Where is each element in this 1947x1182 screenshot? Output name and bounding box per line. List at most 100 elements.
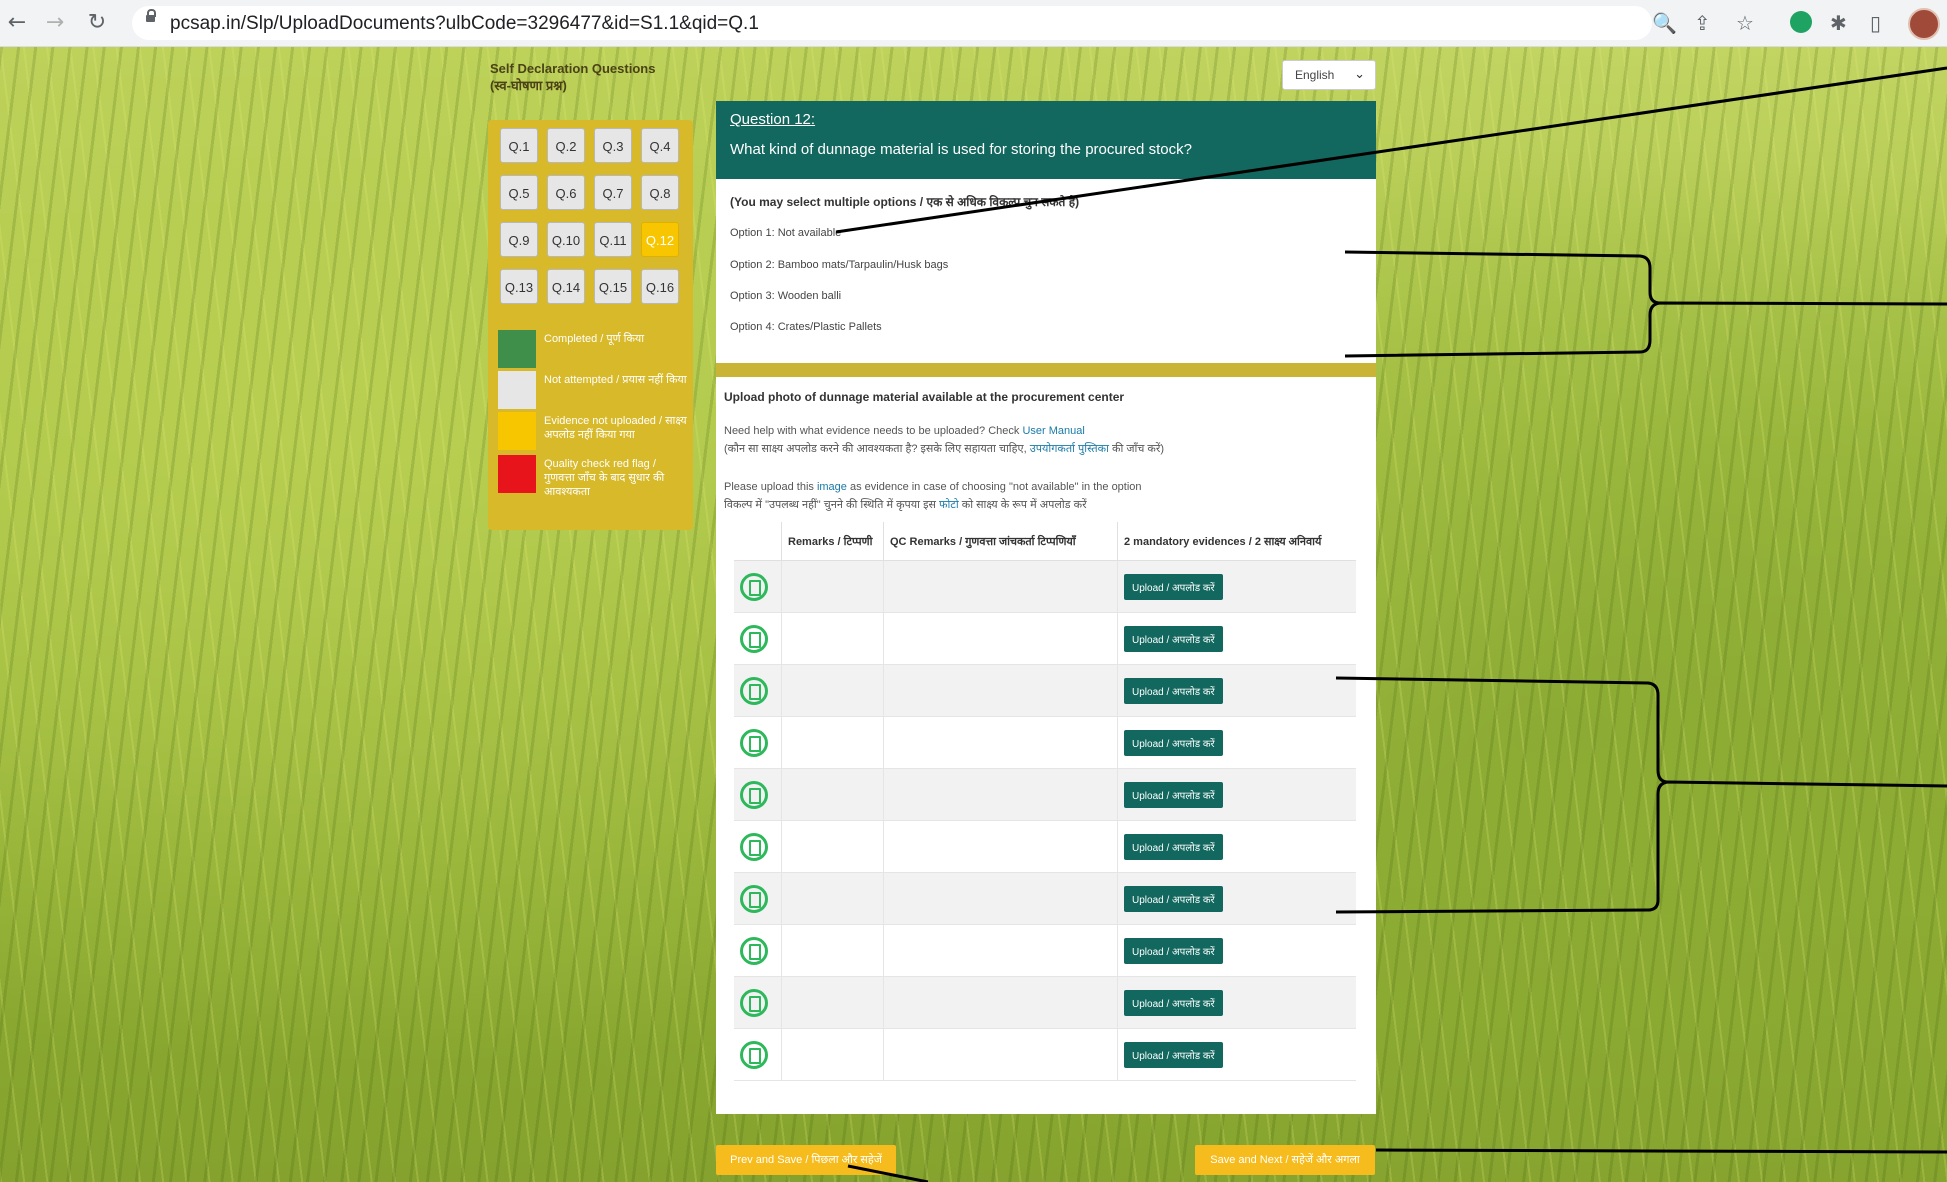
upload-title: Upload photo of dunnage material availab… bbox=[724, 390, 1125, 404]
language-value: English bbox=[1295, 68, 1335, 82]
save-and-next-button[interactable]: Save and Next / सहेजें और अगला bbox=[1195, 1145, 1375, 1175]
remarks-cell bbox=[781, 664, 884, 717]
question-nav-q9[interactable]: Q.9 bbox=[500, 222, 538, 257]
upload-cell: Upload / अपलोड करें bbox=[1117, 872, 1356, 925]
table-row: Upload / अपलोड करें bbox=[734, 924, 1356, 977]
user-manual-link-hindi[interactable]: उपयोगकर्ता पुस्तिका bbox=[1030, 443, 1109, 455]
header-evidences: 2 mandatory evidences / 2 साक्ष्य अनिवार… bbox=[1117, 522, 1356, 561]
file-icon[interactable] bbox=[740, 936, 768, 965]
question-nav-panel: Q.1 Q.2 Q.3 Q.4 Q.5 Q.6 Q.7 Q.8 Q.9 Q.10 Q.11 Q.12 Q… bbox=[488, 120, 693, 530]
table-row: Upload / अपलोड करें bbox=[734, 560, 1356, 613]
question-nav-q12[interactable]: Q.12 bbox=[641, 222, 679, 257]
question-nav-q7[interactable]: Q.7 bbox=[594, 175, 632, 210]
prev-and-save-button[interactable]: Prev and Save / पिछला और सहेजें bbox=[716, 1145, 896, 1175]
upload-button[interactable]: Upload / अपलोड करें bbox=[1124, 833, 1223, 860]
upload-button[interactable]: Upload / अपलोड करें bbox=[1124, 781, 1223, 808]
user-manual-link[interactable]: User Manual bbox=[1022, 425, 1084, 437]
qc-remarks-cell bbox=[883, 924, 1118, 977]
profile-avatar[interactable] bbox=[1908, 8, 1940, 40]
sidebar-title-hi: (स्व-घोषणा प्रश्न) bbox=[490, 78, 567, 93]
language-select[interactable]: English ⌄ bbox=[1282, 60, 1376, 90]
file-cell bbox=[734, 560, 782, 613]
sample-photo-link[interactable]: फोटो bbox=[939, 499, 959, 511]
qc-remarks-cell bbox=[883, 872, 1118, 925]
table-row: Upload / अपलोड करें bbox=[734, 612, 1356, 665]
question-nav-q1[interactable]: Q.1 bbox=[500, 128, 538, 163]
url-text[interactable]: pcsap.in/Slp/UploadDocuments?ulbCode=329… bbox=[170, 13, 759, 35]
grammarly-icon[interactable] bbox=[1790, 11, 1812, 33]
qc-remarks-cell bbox=[883, 716, 1118, 769]
address-bar[interactable]: pcsap.in/Slp/UploadDocuments?ulbCode=329… bbox=[132, 6, 1652, 40]
sample-image-link[interactable]: image bbox=[817, 481, 847, 493]
file-icon[interactable] bbox=[740, 728, 768, 757]
file-icon[interactable] bbox=[740, 624, 768, 653]
share-icon[interactable]: ⇪ bbox=[1694, 11, 1711, 35]
browser-toolbar: ← → ↻ pcsap.in/Slp/UploadDocuments?ulbCo… bbox=[0, 0, 1947, 47]
file-icon[interactable] bbox=[740, 988, 768, 1017]
question-nav-q10[interactable]: Q.10 bbox=[547, 222, 585, 257]
question-text: What kind of dunnage material is used fo… bbox=[730, 141, 1192, 158]
sidebar-title: Self Declaration Questions (स्व-घोषणा प्… bbox=[490, 60, 655, 94]
option-1[interactable]: Option 1: Not available bbox=[730, 227, 841, 239]
option-2[interactable]: Option 2: Bamboo mats/Tarpaulin/Husk bag… bbox=[730, 259, 948, 271]
question-nav-q14[interactable]: Q.14 bbox=[547, 269, 585, 304]
forward-icon[interactable]: → bbox=[40, 8, 70, 38]
file-icon[interactable] bbox=[740, 884, 768, 913]
table-row: Upload / अपलोड करें bbox=[734, 976, 1356, 1029]
qc-remarks-cell bbox=[883, 664, 1118, 717]
file-icon[interactable] bbox=[740, 832, 768, 861]
upload-button[interactable]: Upload / अपलोड करें bbox=[1124, 885, 1223, 912]
upload-button[interactable]: Upload / अपलोड करें bbox=[1124, 729, 1223, 756]
legend-swatch bbox=[498, 455, 536, 493]
upload-button[interactable]: Upload / अपलोड करें bbox=[1124, 677, 1223, 704]
back-icon[interactable]: ← bbox=[2, 8, 32, 38]
star-icon[interactable]: ☆ bbox=[1736, 11, 1754, 35]
table-row: Upload / अपलोड करें bbox=[734, 664, 1356, 717]
question-nav-q6[interactable]: Q.6 bbox=[547, 175, 585, 210]
zoom-icon[interactable]: 🔍 bbox=[1652, 11, 1677, 35]
note-line-1: Please upload this image as evidence in … bbox=[724, 481, 1142, 493]
qc-remarks-cell bbox=[883, 560, 1118, 613]
extensions-icon[interactable]: ✱ bbox=[1830, 11, 1847, 35]
question-nav-q2[interactable]: Q.2 bbox=[547, 128, 585, 163]
remarks-cell bbox=[781, 560, 884, 613]
sidepanel-icon[interactable]: ▯ bbox=[1870, 11, 1881, 35]
upload-button[interactable]: Upload / अपलोड करें bbox=[1124, 937, 1223, 964]
evidence-table: Remarks / टिप्पणी QC Remarks / गुणवत्ता … bbox=[734, 522, 1356, 1081]
note-line-1-text: Please upload this bbox=[724, 481, 817, 493]
chevron-down-icon: ⌄ bbox=[1354, 67, 1365, 82]
question-nav-q3[interactable]: Q.3 bbox=[594, 128, 632, 163]
file-icon[interactable] bbox=[740, 780, 768, 809]
options-hint: (You may select multiple options / एक से… bbox=[730, 195, 1080, 209]
question-nav-q16[interactable]: Q.16 bbox=[641, 269, 679, 304]
legend-label: Evidence not uploaded / साक्ष्य अपलोड नह… bbox=[544, 415, 687, 441]
question-nav-q11[interactable]: Q.11 bbox=[594, 222, 632, 257]
upload-button[interactable]: Upload / अपलोड करें bbox=[1124, 989, 1223, 1016]
upload-cell: Upload / अपलोड करें bbox=[1117, 716, 1356, 769]
question-nav-q8[interactable]: Q.8 bbox=[641, 175, 679, 210]
lock-icon bbox=[146, 9, 156, 22]
header-icon-col bbox=[734, 522, 782, 561]
file-icon[interactable] bbox=[740, 572, 768, 601]
table-row: Upload / अपलोड करें bbox=[734, 1028, 1356, 1081]
option-4[interactable]: Option 4: Crates/Plastic Pallets bbox=[730, 321, 882, 333]
option-3[interactable]: Option 3: Wooden balli bbox=[730, 290, 841, 302]
upload-cell: Upload / अपलोड करें bbox=[1117, 768, 1356, 821]
sidebar-title-en: Self Declaration Questions bbox=[490, 61, 656, 76]
question-nav-q4[interactable]: Q.4 bbox=[641, 128, 679, 163]
question-nav-q5[interactable]: Q.5 bbox=[500, 175, 538, 210]
header-remarks: Remarks / टिप्पणी bbox=[781, 522, 884, 561]
question-nav-q13[interactable]: Q.13 bbox=[500, 269, 538, 304]
qc-remarks-cell bbox=[883, 976, 1118, 1029]
table-row: Upload / अपलोड करें bbox=[734, 872, 1356, 925]
upload-button[interactable]: Upload / अपलोड करें bbox=[1124, 1041, 1223, 1068]
upload-button[interactable]: Upload / अपलोड करें bbox=[1124, 625, 1223, 652]
reload-icon[interactable]: ↻ bbox=[82, 8, 112, 38]
remarks-cell bbox=[781, 872, 884, 925]
file-icon[interactable] bbox=[740, 1040, 768, 1069]
upload-button[interactable]: Upload / अपलोड करें bbox=[1124, 573, 1223, 600]
help-line-2: (कौन सा साक्ष्य अपलोड करने की आवश्यकता ह… bbox=[724, 441, 1164, 456]
legend-label: Quality check red flag / गुणवत्ता जाँच क… bbox=[544, 458, 665, 498]
question-nav-q15[interactable]: Q.15 bbox=[594, 269, 632, 304]
file-icon[interactable] bbox=[740, 676, 768, 705]
